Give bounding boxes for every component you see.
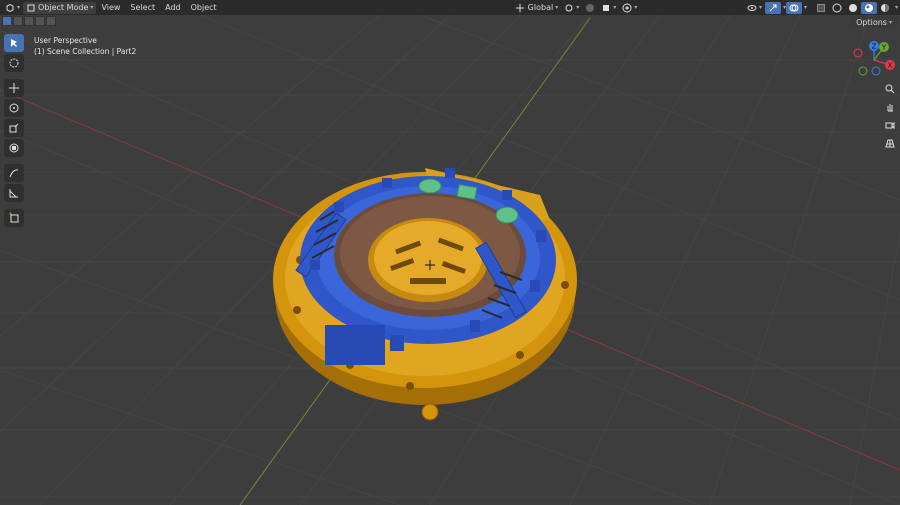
menu-add[interactable]: Add — [160, 2, 186, 14]
viewport-info: User Perspective (1) Scene Collection | … — [34, 35, 136, 57]
chevron-down-icon: ▾ — [613, 4, 617, 11]
model-part2[interactable] — [270, 150, 590, 430]
menu-select[interactable]: Select — [125, 2, 160, 14]
snap-target-button[interactable]: ▾ — [598, 2, 619, 14]
chevron-down-icon: ▾ — [888, 18, 892, 26]
chevron-down-icon[interactable]: ▾ — [895, 4, 898, 11]
options-button[interactable]: Options ▾ — [850, 16, 898, 28]
orientation-icon — [515, 3, 524, 12]
zoom-icon — [885, 84, 895, 94]
measure-icon — [9, 189, 18, 198]
proportional-edit-button[interactable]: ▾ — [619, 2, 640, 14]
perspective-label: User Perspective — [34, 36, 97, 45]
scale-icon — [9, 123, 19, 133]
visibility-button[interactable]: ▾ — [744, 2, 765, 14]
transform-icon — [9, 143, 19, 153]
chevron-down-icon: ▾ — [90, 4, 94, 11]
solid-shading-icon — [848, 3, 857, 12]
grid-projection-icon — [885, 139, 895, 148]
rotate-icon — [9, 103, 19, 113]
shading-material[interactable] — [860, 1, 877, 14]
view3d-icon — [6, 3, 14, 12]
tool-annotate[interactable] — [4, 164, 24, 182]
gizmo-z-label: Z — [872, 43, 877, 51]
navigation-buttons — [883, 82, 897, 154]
cursor-icon — [9, 58, 19, 68]
object-mode-icon — [27, 4, 35, 11]
orientation-label: Global — [527, 3, 554, 12]
rendered-shading-icon — [880, 3, 889, 12]
xray-icon — [816, 3, 825, 12]
move-icon — [9, 83, 19, 93]
tool-shelf — [3, 34, 25, 229]
chevron-down-icon: ▾ — [576, 4, 580, 11]
pan-button[interactable] — [883, 100, 897, 114]
gizmo-y-label: Y — [881, 44, 887, 52]
gizmo-icon — [769, 4, 777, 11]
gizmo-x-label: X — [888, 62, 893, 70]
shading-rendered[interactable] — [877, 2, 893, 14]
chevron-down-icon: ▾ — [634, 4, 638, 11]
xray-toggle[interactable] — [813, 2, 829, 14]
camera-icon — [885, 121, 895, 130]
options-label: Options — [856, 17, 887, 27]
mode-label: Object Mode — [38, 3, 89, 12]
tool-rotate[interactable] — [4, 99, 24, 117]
tool-transform[interactable] — [4, 139, 24, 157]
tool-select-box[interactable] — [4, 34, 24, 52]
tool-cursor[interactable] — [4, 54, 24, 72]
snap-icon — [586, 3, 595, 12]
chevron-down-icon: ▾ — [555, 4, 559, 11]
proportional-edit-icon — [622, 3, 632, 12]
annotate-icon — [9, 169, 19, 178]
wireframe-shading-icon — [832, 3, 842, 12]
collection-label: (1) Scene Collection | Part2 — [34, 47, 137, 56]
shading-solid[interactable] — [845, 2, 861, 14]
select-box-icon — [11, 39, 17, 47]
menu-view[interactable]: View — [96, 2, 125, 14]
zoom-button[interactable] — [883, 82, 897, 96]
camera-view-button[interactable] — [883, 118, 897, 132]
mode-select[interactable]: Object Mode ▾ — [23, 1, 97, 14]
overlays-toggle[interactable] — [785, 1, 802, 14]
select-subtract-button[interactable] — [24, 16, 34, 26]
eye-icon — [747, 4, 757, 11]
select-invert-button[interactable] — [35, 16, 45, 26]
pivot-icon — [565, 4, 573, 11]
shading-wireframe[interactable] — [829, 2, 845, 14]
navigation-gizmo[interactable]: Z Y X — [850, 38, 900, 82]
menu-object[interactable]: Object — [186, 2, 222, 14]
material-shading-icon — [864, 3, 873, 12]
3d-viewport[interactable] — [0, 0, 900, 505]
chevron-down-icon: ▾ — [758, 4, 762, 11]
tool-scale[interactable] — [4, 119, 24, 137]
chevron-down-icon: ▾ — [17, 4, 21, 11]
tool-add-cube[interactable] — [4, 209, 24, 227]
overlays-icon — [789, 4, 799, 11]
viewport-header: ▾ Object Mode ▾ View Select Add Object G… — [0, 0, 900, 15]
select-intersect-button[interactable] — [46, 16, 56, 26]
tool-move[interactable] — [4, 79, 24, 97]
add-cube-icon — [9, 212, 19, 223]
snap-button[interactable] — [582, 2, 598, 14]
orientation-select[interactable]: Global ▾ — [512, 2, 562, 14]
projection-toggle-button[interactable] — [883, 136, 897, 150]
chevron-down-icon[interactable]: ▾ — [804, 4, 807, 11]
tool-measure[interactable] — [4, 184, 24, 202]
select-mode-bar — [2, 16, 57, 28]
snap-increment-icon — [603, 4, 610, 11]
editor-type-button[interactable]: ▾ — [2, 2, 23, 14]
pivot-button[interactable]: ▾ — [561, 2, 582, 14]
gizmo-toggle[interactable] — [764, 1, 781, 14]
select-extend-button[interactable] — [13, 16, 23, 26]
hand-icon — [887, 104, 893, 112]
select-new-button[interactable] — [2, 16, 12, 26]
